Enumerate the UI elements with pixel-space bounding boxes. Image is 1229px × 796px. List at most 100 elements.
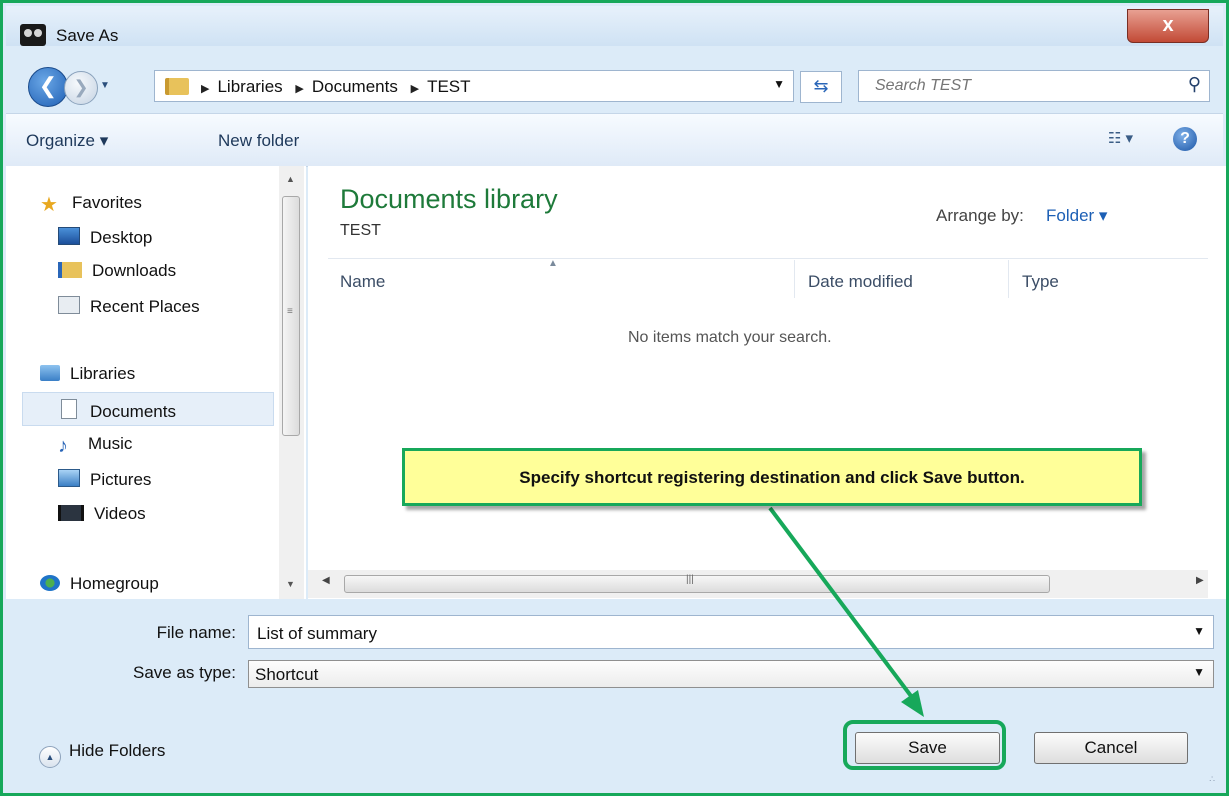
music-icon: ♪ xyxy=(58,435,68,457)
chevron-down-icon[interactable]: ▼ xyxy=(1193,624,1205,638)
column-separator[interactable] xyxy=(794,260,795,298)
search-box: ⚲ xyxy=(858,70,1210,102)
sidebar-item-label: Homegroup xyxy=(70,574,159,593)
column-header-name[interactable]: Name xyxy=(340,272,385,292)
recent-locations-dropdown[interactable]: ▼ xyxy=(100,80,110,91)
sidebar-item-label: Pictures xyxy=(90,470,152,489)
breadcrumb-documents[interactable]: Documents xyxy=(312,77,398,96)
navigation-bar: ❮ ❯ ▼ ▶ Libraries ▶ Documents ▶ TEST ▼ ⇆ ⚲ xyxy=(6,46,1223,107)
instruction-callout: Specify shortcut registering destination… xyxy=(402,448,1142,506)
scroll-down-icon[interactable]: ▼ xyxy=(286,579,295,589)
sidebar-item-favorites[interactable]: ★ Favorites xyxy=(40,192,142,216)
refresh-button[interactable]: ⇆ xyxy=(800,71,842,103)
forward-arrow-icon: ❯ xyxy=(73,77,89,97)
save-button-highlight xyxy=(843,720,1006,770)
file-name-label: File name: xyxy=(156,623,236,642)
save-as-type-select[interactable]: Shortcut ▼ xyxy=(248,660,1214,688)
documents-icon xyxy=(61,399,77,419)
new-folder-button[interactable]: New folder xyxy=(218,131,299,151)
scroll-grip-icon: ||| xyxy=(686,574,694,585)
column-header-type[interactable]: Type xyxy=(1022,272,1059,292)
chevron-right-icon: ▶ xyxy=(201,83,210,95)
libraries-icon xyxy=(40,365,60,381)
sidebar-item-label: Documents xyxy=(90,402,176,421)
arrange-by-label: Arrange by: xyxy=(936,206,1024,225)
navigation-pane: ★ Favorites Desktop Downloads Recent Plac… xyxy=(6,166,306,599)
save-as-type-value: Shortcut xyxy=(255,665,319,684)
sidebar-item-label: Music xyxy=(88,434,133,453)
sidebar-item-label: Downloads xyxy=(92,261,177,280)
save-as-dialog: Save As x ❮ ❯ ▼ ▶ Libraries ▶ Documents ▶ T… xyxy=(0,0,1229,796)
title-bar: Save As x xyxy=(6,6,1223,46)
column-separator[interactable] xyxy=(1008,260,1009,298)
back-button[interactable]: ❮ xyxy=(28,67,68,107)
help-icon[interactable]: ? xyxy=(1173,127,1197,151)
sidebar-item-documents[interactable]: Documents xyxy=(58,399,176,422)
sidebar-item-label: Recent Places xyxy=(90,297,200,316)
column-header-date-modified[interactable]: Date modified xyxy=(808,272,913,292)
window-title: Save As xyxy=(56,26,119,45)
sidebar-item-label: Libraries xyxy=(70,364,136,383)
callout-text: Specify shortcut registering destination… xyxy=(519,468,1025,487)
star-icon: ★ xyxy=(40,194,58,216)
sidebar-item-music[interactable]: ♪ Music xyxy=(58,434,133,457)
scroll-grip-icon: ≡ xyxy=(287,306,293,317)
sidebar-item-recent-places[interactable]: Recent Places xyxy=(58,296,200,317)
app-icon xyxy=(20,24,46,46)
library-subtitle: TEST xyxy=(340,222,381,239)
file-name-input[interactable] xyxy=(255,623,1159,645)
command-toolbar: Organize ▾ New folder ☷ ▾ ? xyxy=(6,113,1223,167)
downloads-folder-icon xyxy=(58,262,82,278)
breadcrumb-test[interactable]: TEST xyxy=(427,77,470,96)
sidebar-item-label: Favorites xyxy=(72,193,142,212)
save-as-type-label: Save as type: xyxy=(132,663,236,682)
videos-icon xyxy=(58,505,84,521)
sidebar-item-pictures[interactable]: Pictures xyxy=(58,469,151,490)
forward-button[interactable]: ❯ xyxy=(64,71,98,105)
sidebar-item-homegroup[interactable]: Homegroup xyxy=(40,574,159,594)
breadcrumb: ▶ Libraries ▶ Documents ▶ TEST xyxy=(193,77,471,97)
resize-grip-icon[interactable]: ∴ xyxy=(1209,774,1216,785)
back-arrow-icon: ❮ xyxy=(38,73,58,98)
library-title: Documents library xyxy=(340,184,558,214)
hide-folders-button[interactable]: ▲ Hide Folders xyxy=(39,741,165,768)
hide-folders-label: Hide Folders xyxy=(69,741,166,760)
organize-button[interactable]: Organize ▾ xyxy=(26,131,108,151)
desktop-icon xyxy=(58,227,80,245)
sidebar-item-desktop[interactable]: Desktop xyxy=(58,227,152,248)
cancel-button[interactable]: Cancel xyxy=(1034,732,1188,764)
sort-ascending-icon: ▲ xyxy=(548,258,558,269)
homegroup-icon xyxy=(40,575,60,591)
folder-icon xyxy=(165,78,189,95)
address-bar[interactable]: ▶ Libraries ▶ Documents ▶ TEST ▼ xyxy=(154,70,794,102)
recent-places-icon xyxy=(58,296,80,314)
sidebar-item-label: Desktop xyxy=(90,228,153,247)
arrange-by-dropdown[interactable]: Folder ▾ xyxy=(1046,206,1107,226)
collapse-icon: ▲ xyxy=(39,746,61,768)
scrollbar-thumb[interactable] xyxy=(344,575,1050,593)
header-divider xyxy=(328,258,1208,259)
address-dropdown-icon[interactable]: ▼ xyxy=(773,77,785,91)
close-button[interactable]: x xyxy=(1127,9,1209,43)
empty-list-message: No items match your search. xyxy=(628,329,832,346)
scroll-up-icon[interactable]: ▲ xyxy=(286,174,295,184)
save-options: File name: ▼ Save as type: Shortcut ▼ xyxy=(6,603,1223,693)
chevron-down-icon[interactable]: ▼ xyxy=(1193,665,1205,679)
sidebar-item-downloads[interactable]: Downloads xyxy=(58,261,176,281)
refresh-icon: ⇆ xyxy=(813,76,829,96)
views-button[interactable]: ☷ ▾ xyxy=(1108,129,1133,147)
sidebar-item-libraries[interactable]: Libraries xyxy=(40,364,135,384)
horizontal-scrollbar[interactable]: ◀ ||| ▶ xyxy=(308,570,1208,598)
file-list-pane: Documents library TEST Arrange by: Folde… xyxy=(308,166,1226,599)
sidebar-item-videos[interactable]: Videos xyxy=(58,504,146,524)
chevron-right-icon: ▶ xyxy=(295,83,304,95)
sidebar-scrollbar[interactable]: ▲ ≡ ▼ xyxy=(279,166,304,599)
search-icon[interactable]: ⚲ xyxy=(1188,74,1201,95)
chevron-right-icon: ▶ xyxy=(410,83,420,95)
file-name-field[interactable]: ▼ xyxy=(248,615,1214,649)
search-input[interactable] xyxy=(873,76,1167,96)
scroll-left-icon[interactable]: ◀ xyxy=(322,575,330,586)
sidebar-item-label: Videos xyxy=(94,504,146,523)
scroll-right-icon[interactable]: ▶ xyxy=(1196,575,1204,586)
breadcrumb-libraries[interactable]: Libraries xyxy=(217,77,282,96)
